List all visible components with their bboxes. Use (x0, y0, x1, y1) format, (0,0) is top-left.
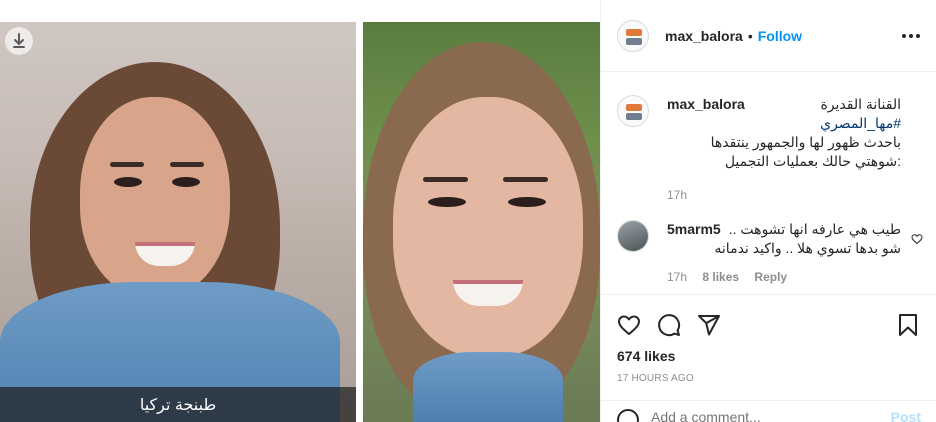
post-header: max_balora • Follow (601, 0, 936, 72)
comment-meta: 17h 8 likes Reply (667, 268, 901, 287)
comment-like-heart-icon[interactable] (911, 232, 923, 250)
caption-username[interactable]: max_balora (667, 95, 745, 114)
follow-button[interactable]: Follow (758, 28, 802, 44)
separator-dot: • (747, 27, 753, 44)
comment-icon[interactable] (657, 313, 681, 337)
photo-caption: طبنجة تركيا (0, 387, 356, 422)
post-panel: max_balora • Follow max_balora القنانة ا… (600, 0, 936, 422)
add-comment-bar: Post (601, 400, 936, 422)
post-photo-right (363, 22, 600, 422)
comments-list: max_balora القنانة القديرة #مها_المصري ب… (601, 73, 936, 295)
author-avatar[interactable] (617, 19, 649, 52)
caption-time[interactable]: 17h (667, 188, 687, 202)
commenter-username[interactable]: 5marm5 (667, 220, 721, 239)
photo-caption-text: طبنجة تركيا (139, 396, 217, 414)
comment-reply[interactable]: Reply (754, 270, 787, 284)
download-icon[interactable] (5, 27, 33, 55)
comment-item: 5marm5 طيب هي عارفه انها تشوهت .. شو بده… (617, 220, 923, 294)
post-media: طبنجة تركيا (0, 0, 600, 422)
heart-icon[interactable] (617, 313, 641, 337)
share-icon[interactable] (697, 313, 721, 337)
brand-logo-icon (626, 104, 642, 120)
caption-comment: max_balora القنانة القديرة #مها_المصري ب… (617, 95, 921, 205)
comment-likes[interactable]: 8 likes (702, 270, 739, 284)
commenter-avatar[interactable] (617, 220, 649, 252)
like-count[interactable]: 674 likes (617, 348, 675, 364)
more-horizontal-icon[interactable] (902, 33, 920, 38)
caption-avatar[interactable] (617, 95, 649, 127)
emoji-icon[interactable] (617, 409, 639, 422)
comment-time[interactable]: 17h (667, 270, 687, 284)
posted-time[interactable]: 17 HOURS AGO (617, 373, 694, 384)
action-bar (617, 305, 920, 345)
caption-text-rest: باحدث ظهور لها والجمهور ينتقدها :شوهتي ح… (710, 134, 901, 169)
brand-logo-icon (626, 28, 642, 45)
post-comment-button[interactable]: Post (891, 409, 921, 422)
comment-input[interactable] (651, 409, 871, 422)
caption-meta: 17h (667, 186, 901, 205)
comment-text: طيب هي عارفه انها تشوهت .. شو بدها تسوي … (714, 221, 901, 256)
post-photo-left (0, 22, 356, 422)
bookmark-icon[interactable] (896, 313, 920, 337)
caption-text-start: القنانة القديرة (820, 96, 901, 112)
photo-divider (356, 22, 363, 422)
author-username[interactable]: max_balora (665, 28, 743, 44)
caption-hashtag[interactable]: #مها_المصري (820, 115, 901, 131)
